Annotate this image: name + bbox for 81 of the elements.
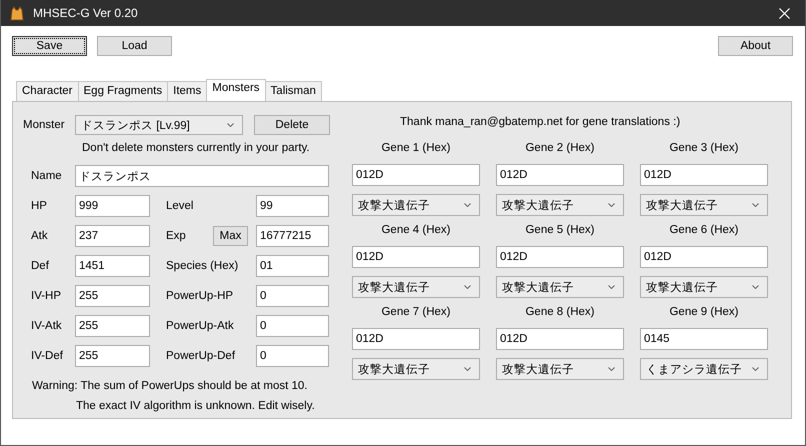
chevron-icon: [752, 203, 759, 207]
field-label: PowerUp-HP: [166, 290, 234, 302]
credit-text: Thank mana_ran@gbatemp.net for gene translations :): [400, 116, 680, 128]
gene-field[interactable]: 012D: [496, 246, 624, 268]
field-label: Atk: [31, 230, 49, 242]
gene-label: Gene 3 (Hex): [668, 142, 740, 156]
gene-field[interactable]: 012D: [496, 164, 624, 186]
gene-dropdown[interactable]: 攻撃大遺伝子: [352, 358, 480, 380]
stat-field[interactable]: 0: [256, 315, 329, 337]
chevron-icon: [608, 203, 615, 207]
gene-field[interactable]: 0145: [640, 328, 768, 350]
stat-field[interactable]: 16777215: [256, 225, 329, 247]
about-button[interactable]: About: [718, 36, 793, 56]
gene-field[interactable]: 012D: [496, 328, 624, 350]
gene-dropdown[interactable]: 攻撃大遺伝子: [352, 194, 480, 216]
chevron-icon: [752, 367, 759, 371]
gene-field[interactable]: 012D: [640, 164, 768, 186]
field-label: Species (Hex): [166, 260, 238, 272]
gene-dropdown[interactable]: 攻撃大遺伝子: [352, 276, 480, 298]
chevron-icon: [752, 285, 759, 289]
field-label: Level: [166, 200, 194, 212]
gene-field[interactable]: 012D: [352, 246, 480, 268]
gene-label: Gene 1 (Hex): [380, 142, 452, 156]
field-label: IV-Def: [31, 350, 64, 362]
stat-field[interactable]: 255: [75, 285, 150, 307]
name-field[interactable]: ドスランポス: [75, 165, 329, 187]
gene-label: Gene 7 (Hex): [380, 306, 452, 320]
gene-label: Gene 4 (Hex): [380, 224, 452, 238]
gene-label: Gene 8 (Hex): [524, 306, 596, 320]
tab[interactable]: Character: [16, 81, 78, 101]
chevron-icon: [608, 285, 615, 289]
chevron-icon: [608, 367, 615, 371]
stat-field[interactable]: 255: [75, 345, 150, 367]
chevron-icon: [464, 367, 471, 371]
gene-dropdown[interactable]: 攻撃大遺伝子: [496, 194, 624, 216]
field-label: IV-Atk: [31, 320, 63, 332]
gene-dropdown[interactable]: 攻撃大遺伝子: [496, 276, 624, 298]
gene-field[interactable]: 012D: [352, 164, 480, 186]
app-icon: [9, 5, 25, 21]
field-label: PowerUp-Atk: [166, 320, 234, 332]
stat-field[interactable]: 1451: [75, 255, 150, 277]
stat-field[interactable]: 99: [256, 195, 329, 217]
toolbar-button[interactable]: Load: [97, 36, 172, 56]
gene-dropdown[interactable]: 攻撃大遺伝子: [496, 358, 624, 380]
note-text: Don't delete monsters currently in your party.: [82, 142, 310, 154]
stat-field[interactable]: 999: [75, 195, 150, 217]
stat-field[interactable]: 0: [256, 345, 329, 367]
field-label: IV-HP: [31, 290, 62, 302]
warning-text: The exact IV algorithm is unknown. Edit wisely.: [75, 399, 316, 414]
toolbar-button[interactable]: Save: [12, 36, 87, 56]
gene-label: Gene 9 (Hex): [668, 306, 740, 320]
stat-field[interactable]: 0: [256, 285, 329, 307]
tab[interactable]: Items: [167, 81, 208, 101]
gene-label: Gene 2 (Hex): [524, 142, 596, 156]
gene-dropdown[interactable]: くまアシラ遺伝子: [640, 358, 768, 380]
tab[interactable]: Egg Fragments: [78, 81, 168, 101]
delete-button[interactable]: Delete: [254, 115, 330, 135]
field-label: Monster: [22, 119, 66, 131]
window-title: MHSEC-G Ver 0.20: [33, 6, 139, 20]
chevron-icon: [464, 203, 471, 207]
field-label: Def: [31, 260, 50, 272]
gene-field[interactable]: 012D: [640, 246, 768, 268]
field-label: PowerUp-Def: [166, 350, 236, 362]
warning-text: Warning: The sum of PowerUps should be at most 10.: [31, 379, 308, 394]
gene-field[interactable]: 012D: [352, 328, 480, 350]
chevron-icon: [464, 285, 471, 289]
gene-label: Gene 6 (Hex): [668, 224, 740, 238]
stat-field[interactable]: 01: [256, 255, 329, 277]
stat-field[interactable]: 255: [75, 315, 150, 337]
tab[interactable]: Talisman: [264, 81, 322, 101]
monster-dropdown[interactable]: ドスランポス [Lv.99]: [75, 115, 243, 135]
stat-field[interactable]: 237: [75, 225, 150, 247]
gene-label: Gene 5 (Hex): [524, 224, 596, 238]
max-button[interactable]: Max: [213, 226, 248, 246]
field-label: Exp: [166, 230, 186, 242]
gene-dropdown[interactable]: 攻撃大遺伝子: [640, 194, 768, 216]
field-label: Name: [31, 170, 63, 182]
close-icon[interactable]: [779, 8, 790, 18]
chevron-icon: [227, 123, 234, 127]
gene-dropdown[interactable]: 攻撃大遺伝子: [640, 276, 768, 298]
field-label: HP: [31, 200, 48, 212]
